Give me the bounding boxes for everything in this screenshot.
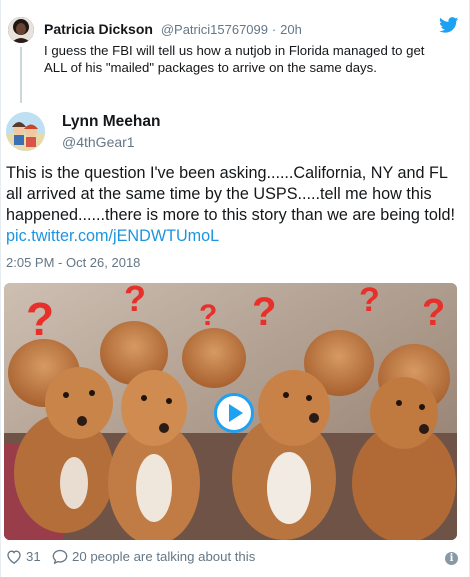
tweet-media-link[interactable]: pic.twitter.com/jENDWTUmoL <box>6 227 219 245</box>
svg-text:?: ? <box>26 293 54 345</box>
tweet-body: This is the question I've been asking...… <box>6 164 456 224</box>
parent-separator: · <box>271 22 277 37</box>
author-name[interactable]: Lynn Meehan <box>62 112 160 131</box>
parent-avatar[interactable] <box>8 17 34 43</box>
thread-line <box>20 47 22 103</box>
like-count: 31 <box>26 549 41 564</box>
author-handle[interactable]: @4thGear1 <box>62 133 135 151</box>
author-avatar[interactable] <box>6 112 45 151</box>
play-icon[interactable] <box>214 393 254 433</box>
parent-handle[interactable]: @Patrici15767099 <box>161 22 268 37</box>
talking-count: 20 people are talking about this <box>72 549 256 564</box>
twitter-bird-icon[interactable] <box>439 17 459 33</box>
parent-tweet-text: I guess the FBI will tell us how a nutjo… <box>44 43 425 75</box>
info-icon[interactable]: i <box>445 552 458 565</box>
speech-bubble-icon <box>52 549 68 564</box>
tweet-timestamp[interactable]: 2:05 PM - Oct 26, 2018 <box>6 255 140 270</box>
parent-name[interactable]: Patricia Dickson <box>44 21 153 37</box>
svg-text:?: ? <box>252 290 276 334</box>
parent-header: Patricia Dickson @Patrici15767099 · 20h <box>44 20 302 39</box>
tweet-footer: 31 20 people are talking about this i <box>6 549 461 569</box>
svg-text:?: ? <box>422 292 445 334</box>
embedded-tweet-card: Patricia Dickson @Patrici15767099 · 20h … <box>0 0 470 577</box>
parent-timestamp[interactable]: 20h <box>280 22 302 37</box>
parent-tweet[interactable]: Patricia Dickson @Patrici15767099 · 20h … <box>1 0 470 106</box>
heart-icon <box>7 550 21 564</box>
svg-text:?: ? <box>124 283 146 319</box>
tweet-text: This is the question I've been asking...… <box>6 163 466 247</box>
svg-text:?: ? <box>359 283 380 319</box>
conversation-link[interactable]: 20 people are talking about this <box>52 549 255 564</box>
svg-text:?: ? <box>199 299 217 332</box>
like-button[interactable]: 31 <box>6 549 41 564</box>
video-thumbnail[interactable]: ? ? ? ? ? ? <box>4 283 457 540</box>
